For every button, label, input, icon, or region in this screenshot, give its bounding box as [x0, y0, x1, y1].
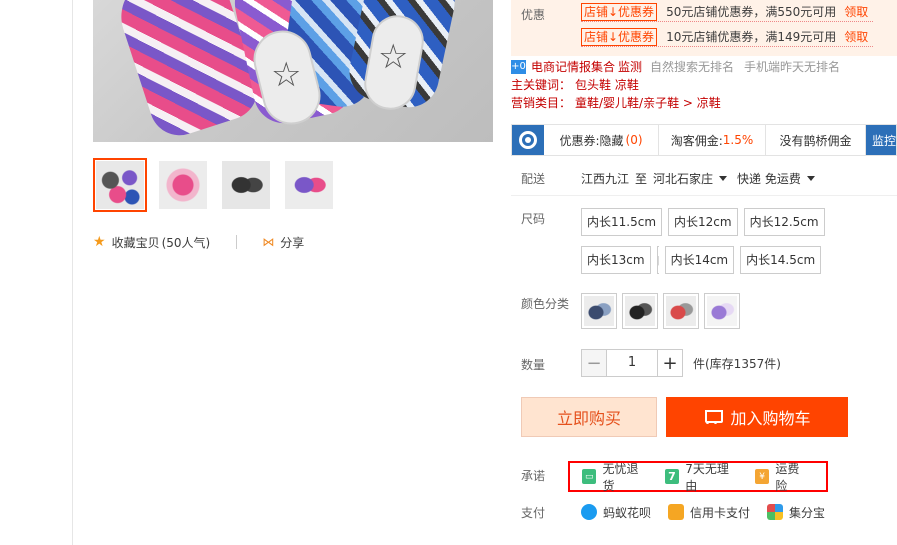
coupon-desc: 10元店铺优惠券，满149元可用	[666, 30, 837, 44]
category-label: 营销类目：	[511, 96, 572, 110]
stock-info: 件(库存1357件)	[693, 356, 781, 371]
keywords-label: 主关键词：	[511, 78, 572, 92]
promise-label: 承诺	[521, 469, 546, 483]
coupon-box: 优惠 店铺↓优惠券 50元店铺优惠券，满550元可用 领取 店铺↓优惠券 10元…	[511, 0, 897, 56]
size-option[interactable]: 内长13cm	[581, 246, 651, 274]
color-label: 颜色分类	[521, 297, 570, 311]
star-print: ☆	[271, 55, 302, 95]
chevron-down-icon[interactable]	[806, 175, 815, 181]
thumbnail[interactable]	[282, 158, 336, 212]
truck-icon: ▭	[582, 469, 597, 484]
coupon-tag: 店铺↓优惠券	[581, 27, 658, 46]
color-option[interactable]	[622, 293, 658, 329]
size-label: 尺码	[521, 212, 546, 226]
coupon-line: 店铺↓优惠券 50元店铺优惠券，满550元可用 领取	[581, 2, 873, 22]
collect-label[interactable]: 收藏宝贝	[112, 234, 160, 251]
promise-box: ▭ 无忧退货 7 7天无理由 ¥ 运费险	[568, 460, 828, 494]
hidden-coupon[interactable]: 优惠券:隐藏 (0)	[544, 125, 659, 155]
payment-label: 支付	[521, 506, 546, 520]
coupon-line: 店铺↓优惠券 10元店铺优惠券，满149元可用 领取	[581, 27, 873, 47]
cart-icon	[703, 410, 724, 424]
left-divider	[72, 0, 73, 545]
color-option[interactable]	[704, 293, 740, 329]
separator	[511, 195, 897, 196]
size-option[interactable]: 内长11.5cm	[581, 208, 663, 236]
claim-link[interactable]: 领取	[844, 28, 868, 45]
huabei-icon	[581, 504, 597, 520]
add-to-cart-label: 加入购物车	[730, 409, 811, 428]
payment-methods: 蚂蚁花呗 信用卡支付 集分宝	[581, 503, 842, 521]
insurance-icon: ¥	[754, 469, 770, 484]
main-product-image[interactable]: ☆ ☆	[93, 0, 493, 142]
seven-days-icon: 7	[664, 469, 680, 484]
add-to-cart-button[interactable]: 加入购物车	[666, 397, 848, 437]
keywords[interactable]: 包头鞋 凉鞋	[575, 78, 639, 92]
monitor-link[interactable]: 监测	[618, 58, 642, 76]
promise-item[interactable]: ¥ 运费险	[754, 460, 810, 494]
plugin-logo-icon[interactable]: +0	[511, 60, 526, 74]
thumbnail[interactable]	[93, 158, 147, 212]
color-option[interactable]	[663, 293, 699, 329]
category[interactable]: 童鞋/婴儿鞋/亲子鞋 > 凉鞋	[575, 96, 721, 110]
credit-card-icon	[668, 504, 685, 520]
delivery-label: 配送	[521, 172, 546, 186]
commission[interactable]: 淘客佣金: 1.5%	[659, 125, 766, 155]
promise-item[interactable]: 7 7天无理由	[664, 460, 739, 494]
size-options: 内长11.5cm 内长12cm 内长12.5cm 内长13cm 内长13.5cm…	[581, 208, 897, 284]
shipping-method[interactable]: 快递 免运费	[737, 170, 801, 187]
jifenbao-icon	[767, 504, 784, 520]
color-option[interactable]	[581, 293, 617, 329]
size-option[interactable]: 内长12.5cm	[743, 208, 825, 236]
share-icon[interactable]: ⋈	[262, 235, 274, 249]
star-print: ☆	[378, 37, 409, 77]
to-word: 至	[635, 171, 648, 186]
claim-link[interactable]: 领取	[844, 3, 868, 20]
share-label[interactable]: 分享	[280, 234, 304, 251]
increase-button[interactable]: +	[657, 349, 683, 377]
quantity-input[interactable]: 1	[607, 349, 657, 377]
size-option[interactable]: 内长14cm	[664, 246, 735, 274]
collect-count: (50人气)	[161, 235, 211, 250]
color-options	[581, 293, 745, 329]
size-option[interactable]: 内长12cm	[668, 208, 738, 236]
plugin-brand[interactable]: 电商记情报集合	[531, 58, 615, 76]
promise-item[interactable]: ▭ 无忧退货	[582, 460, 649, 494]
buy-now-button[interactable]: 立即购买	[521, 397, 657, 437]
chevron-down-icon[interactable]	[719, 175, 728, 181]
payment-method[interactable]: 集分宝	[767, 504, 825, 521]
monitor-button[interactable]: 监控	[866, 125, 896, 155]
commission-value: 1.5%	[722, 133, 754, 147]
thumbnail[interactable]	[156, 158, 210, 212]
quantity-label: 数量	[521, 358, 546, 372]
coupon-label: 优惠	[521, 8, 546, 22]
decrease-button[interactable]: −	[581, 349, 607, 377]
ship-to-select[interactable]: 河北石家庄	[653, 170, 713, 187]
size-option[interactable]: 内长14.5cm	[740, 246, 822, 274]
queqiao-commission[interactable]: 没有鹊桥佣金	[766, 125, 866, 155]
thumbnail[interactable]	[219, 158, 273, 212]
collect-share-row: ★ 收藏宝贝 (50人气) ⋈ 分享	[93, 233, 304, 251]
coupon-tag: 店铺↓优惠券	[581, 2, 658, 21]
hidden-coupon-count: (0)	[625, 133, 643, 147]
quantity-stepper: − 1 + 件(库存1357件)	[581, 349, 781, 377]
delivery-row: 江西九江 至 河北石家庄 快递 免运费	[581, 169, 825, 187]
promo-logo-icon[interactable]	[512, 125, 544, 155]
ship-from: 江西九江	[581, 171, 630, 186]
payment-method[interactable]: 蚂蚁花呗	[581, 504, 651, 521]
payment-method[interactable]: 信用卡支付	[668, 504, 750, 521]
promo-bar: 优惠券:隐藏 (0) 淘客佣金: 1.5% 没有鹊桥佣金 监控	[511, 124, 897, 156]
thumbnail-strip	[93, 158, 345, 212]
size-option[interactable]: 内长13.5cm	[656, 246, 659, 274]
star-icon[interactable]: ★	[93, 234, 106, 250]
natural-search-rank: 自然搜索无排名	[650, 60, 735, 74]
coupon-desc: 50元店铺优惠券，满550元可用	[666, 5, 837, 19]
mobile-rank: 手机端昨天无排名	[744, 60, 841, 74]
divider	[236, 235, 238, 249]
assistant-info: +0 电商记情报集合 监测 自然搜索无排名 手机端昨天无排名 主关键词： 包头鞋 …	[511, 58, 840, 112]
